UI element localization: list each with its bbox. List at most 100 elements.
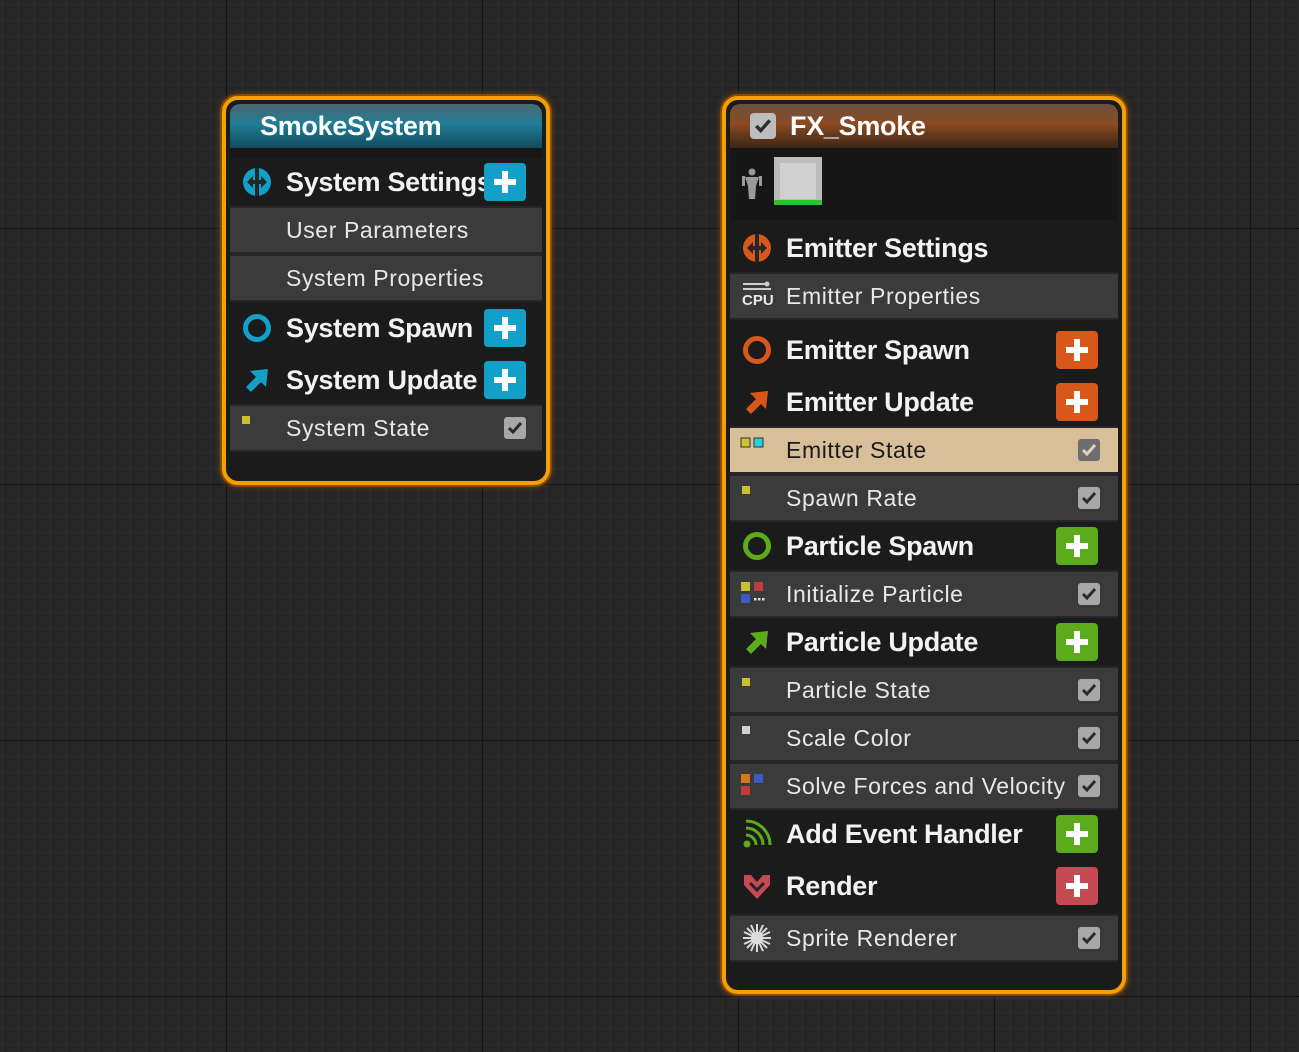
module-color-swatch-icon: [741, 582, 765, 603]
checkmark-icon: [1081, 932, 1097, 945]
header-separator: [230, 148, 542, 158]
emitter-update-group[interactable]: Emitter Update: [730, 378, 1118, 426]
system-properties-item[interactable]: System Properties: [230, 254, 542, 302]
particle-spawn-label: Particle Spawn: [786, 530, 974, 561]
emitter-node-header[interactable]: FX_Smoke: [730, 104, 1118, 148]
emitter-properties-label: Emitter Properties: [786, 282, 981, 309]
sprite-burst-icon: [742, 923, 772, 953]
system-update-add-button[interactable]: [484, 361, 526, 399]
update-arrow-icon: [742, 627, 772, 657]
render-label: Render: [786, 870, 878, 901]
system-state-enable-checkbox[interactable]: [504, 417, 526, 439]
plus-icon: [1066, 535, 1088, 557]
cpu-sim-target-icon: CPU: [742, 281, 774, 311]
initialize-particle-enable-checkbox[interactable]: [1078, 583, 1100, 605]
solve-forces-enable-checkbox[interactable]: [1078, 775, 1100, 797]
render-add-button[interactable]: [1056, 867, 1098, 905]
cpu-badge-text: CPU: [742, 292, 774, 309]
spawn-rate-item[interactable]: Spawn Rate: [730, 474, 1118, 522]
emitter-state-label: Emitter State: [786, 436, 927, 463]
particle-state-label: Particle State: [786, 676, 932, 703]
plus-icon: [494, 317, 516, 339]
checkmark-icon: [1081, 444, 1097, 457]
sprite-renderer-label: Sprite Renderer: [786, 924, 958, 951]
checkmark-icon: [1081, 732, 1097, 745]
sprite-renderer-item[interactable]: Sprite Renderer: [730, 914, 1118, 962]
system-update-group[interactable]: System Update: [230, 356, 542, 404]
spawn-ring-icon: [742, 335, 772, 365]
solve-forces-label: Solve Forces and Velocity: [786, 772, 1066, 799]
system-properties-label: System Properties: [286, 264, 485, 291]
plus-icon: [494, 171, 516, 193]
system-spawn-group[interactable]: System Spawn: [230, 304, 542, 352]
initialize-particle-label: Initialize Particle: [786, 580, 964, 607]
emitter-thumbnail[interactable]: [774, 157, 822, 205]
system-settings-group[interactable]: System Settings: [230, 158, 542, 206]
update-arrow-icon: [742, 387, 772, 417]
emitter-state-enable-checkbox[interactable]: [1078, 439, 1100, 461]
module-color-swatch-icon: [741, 774, 763, 795]
module-color-swatch-icon: [742, 726, 750, 734]
system-update-label: System Update: [286, 364, 478, 395]
checkmark-icon: [507, 422, 523, 435]
emitter-state-item[interactable]: Emitter State: [730, 426, 1118, 474]
particle-update-group[interactable]: Particle Update: [730, 618, 1118, 666]
emitter-update-label: Emitter Update: [786, 386, 974, 417]
initialize-particle-item[interactable]: Initialize Particle: [730, 570, 1118, 618]
system-node-header[interactable]: SmokeSystem: [230, 104, 542, 148]
emitter-spawn-group[interactable]: Emitter Spawn: [730, 326, 1118, 374]
scale-color-enable-checkbox[interactable]: [1078, 727, 1100, 749]
emitter-settings-label: Emitter Settings: [786, 232, 989, 263]
sprite-renderer-enable-checkbox[interactable]: [1078, 927, 1100, 949]
emitter-enable-checkbox[interactable]: [750, 113, 776, 139]
update-arrow-icon: [242, 365, 272, 395]
system-node-title: SmokeSystem: [260, 110, 442, 141]
particle-spawn-add-button[interactable]: [1056, 527, 1098, 565]
emitter-update-add-button[interactable]: [1056, 383, 1098, 421]
emitter-spawn-add-button[interactable]: [1056, 331, 1098, 369]
checkmark-icon: [1081, 684, 1097, 697]
checkmark-icon: [1081, 588, 1097, 601]
emitter-node[interactable]: FX_Smoke Emitter Settings CPU Emitter Pr…: [722, 96, 1126, 994]
event-signal-icon: [742, 819, 772, 849]
emitter-settings-group[interactable]: Emitter Settings: [730, 224, 1118, 272]
plus-icon: [1066, 875, 1088, 897]
plus-icon: [494, 369, 516, 391]
system-node[interactable]: SmokeSystem System Settings User Paramet…: [222, 96, 550, 485]
render-group[interactable]: Render: [730, 862, 1118, 910]
spawn-rate-enable-checkbox[interactable]: [1078, 487, 1100, 509]
emitter-preview: [730, 148, 1118, 220]
checkmark-icon: [1081, 492, 1097, 505]
user-parameters-label: User Parameters: [286, 216, 469, 243]
system-state-item[interactable]: System State: [230, 404, 542, 452]
particle-state-enable-checkbox[interactable]: [1078, 679, 1100, 701]
spawn-ring-icon: [242, 313, 272, 343]
emitter-spawn-label: Emitter Spawn: [786, 334, 970, 365]
emitter-properties-item[interactable]: CPU Emitter Properties: [730, 272, 1118, 320]
module-color-swatch-icon: [740, 437, 764, 448]
user-parameters-item[interactable]: User Parameters: [230, 206, 542, 254]
settings-arrows-icon: [242, 167, 272, 197]
plus-icon: [1066, 339, 1088, 361]
particle-update-label: Particle Update: [786, 626, 979, 657]
solve-forces-item[interactable]: Solve Forces and Velocity: [730, 762, 1118, 810]
module-color-swatch-icon: [242, 416, 250, 424]
thumbnail-status-bar: [774, 200, 822, 205]
scale-color-label: Scale Color: [786, 724, 912, 751]
system-settings-label: System Settings: [286, 166, 492, 197]
actor-figure-icon: [742, 168, 762, 199]
plus-icon: [1066, 391, 1088, 413]
emitter-node-title: FX_Smoke: [790, 110, 926, 141]
add-event-handler-group[interactable]: Add Event Handler: [730, 810, 1118, 858]
checkmark-icon: [1081, 780, 1097, 793]
system-settings-add-button[interactable]: [484, 163, 526, 201]
system-spawn-add-button[interactable]: [484, 309, 526, 347]
particle-update-add-button[interactable]: [1056, 623, 1098, 661]
system-spawn-label: System Spawn: [286, 312, 473, 343]
spawn-ring-icon: [742, 531, 772, 561]
module-color-swatch-icon: [742, 486, 750, 494]
add-event-handler-add-button[interactable]: [1056, 815, 1098, 853]
particle-state-item[interactable]: Particle State: [730, 666, 1118, 714]
particle-spawn-group[interactable]: Particle Spawn: [730, 522, 1118, 570]
scale-color-item[interactable]: Scale Color: [730, 714, 1118, 762]
